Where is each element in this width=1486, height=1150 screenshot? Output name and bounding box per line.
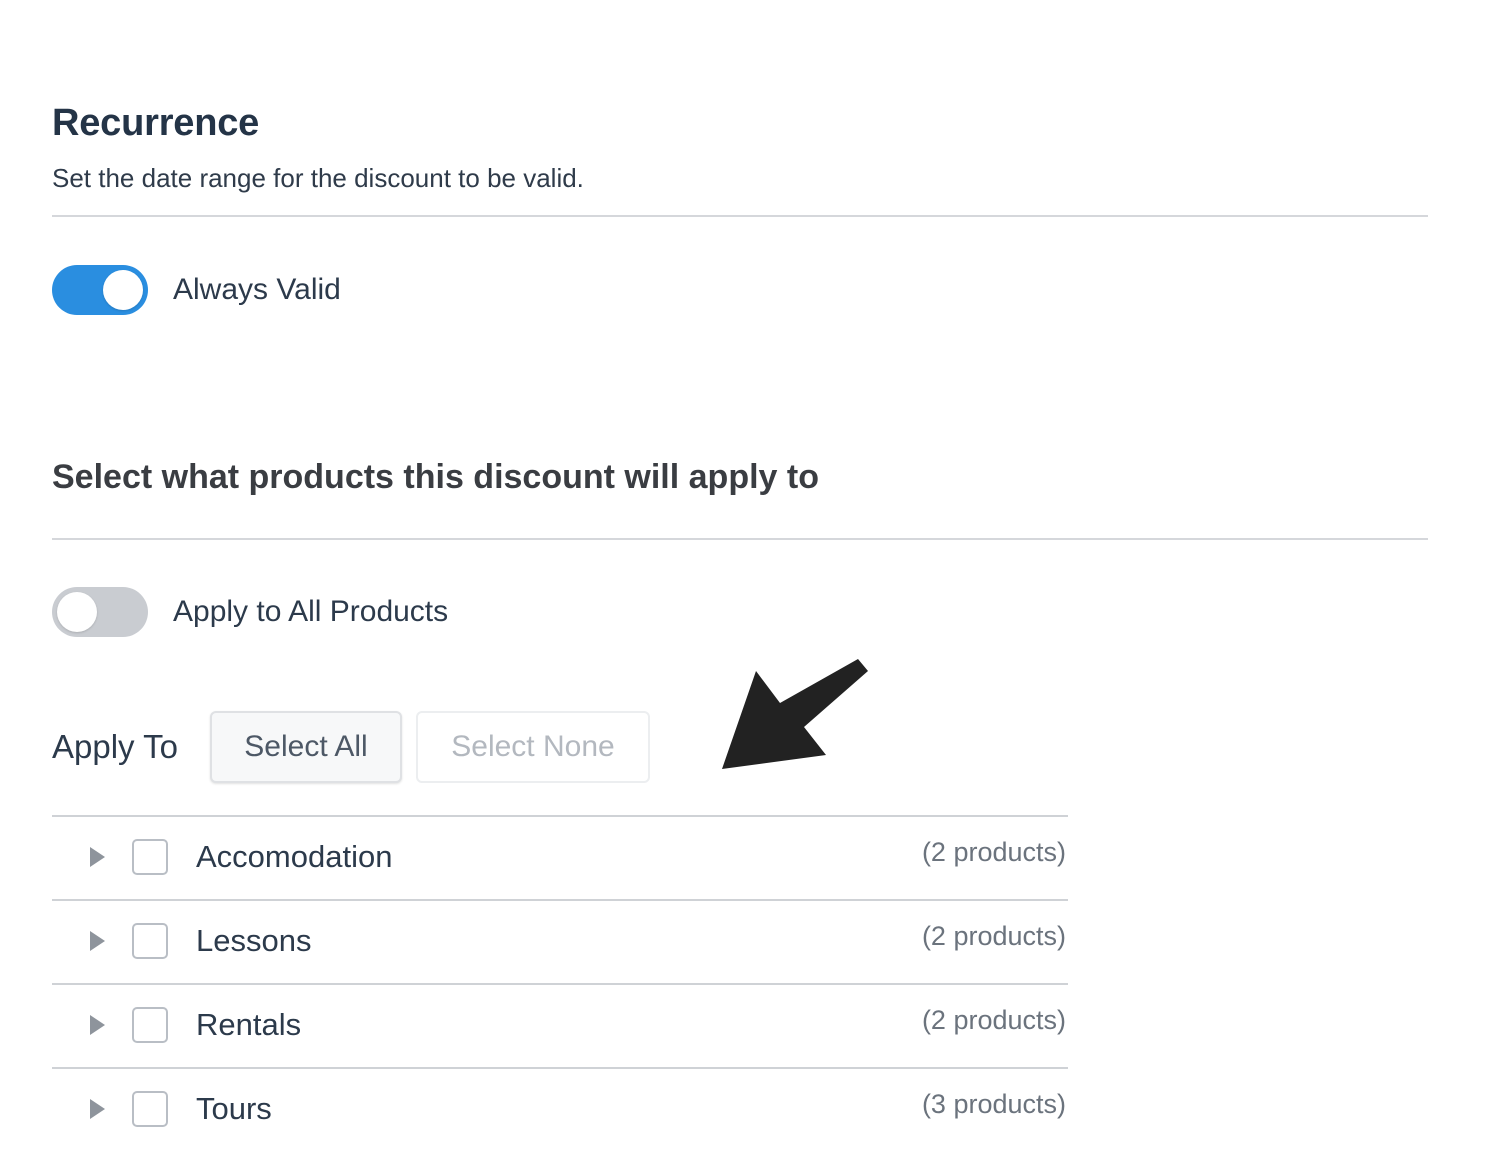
discount-settings-page: Recurrence Set the date range for the di… [0,0,1486,1150]
category-name: Rentals [196,1007,302,1042]
category-row-accomodation: Accomodation (2 products) [52,815,1068,899]
caret-right-icon[interactable] [90,1015,105,1035]
category-name: Lessons [196,923,312,958]
category-name: Accomodation [196,839,393,874]
category-checkbox[interactable] [132,923,168,959]
category-row-rentals: Rentals (2 products) [52,983,1068,1067]
product-category-list: Accomodation (2 products) Lessons (2 pro… [52,815,1068,1150]
category-product-count: (2 products) [921,837,1066,867]
caret-right-icon[interactable] [90,931,105,951]
recurrence-title: Recurrence [52,102,260,144]
category-row-tours: Tours (3 products) [52,1067,1068,1150]
category-row-lessons: Lessons (2 products) [52,899,1068,983]
apply-all-products-label: Apply to All Products [173,595,449,628]
caret-right-icon[interactable] [90,1099,105,1119]
section-divider [52,538,1428,540]
select-none-button[interactable]: Select None [415,711,650,783]
apply-all-products-row: Apply to All Products [52,587,448,637]
products-section-title: Select what products this discount will … [52,458,819,496]
arrow-annotation-icon [722,659,868,769]
select-all-button[interactable]: Select All [209,711,402,783]
apply-all-products-toggle[interactable] [52,587,148,637]
toggle-knob [103,270,143,310]
category-product-count: (2 products) [921,1005,1066,1035]
toggle-knob [57,592,97,632]
category-product-count: (3 products) [921,1089,1066,1119]
always-valid-toggle[interactable] [52,265,148,315]
apply-to-label: Apply To [52,728,178,765]
always-valid-row: Always Valid [52,265,341,315]
recurrence-subtitle: Set the date range for the discount to b… [52,163,584,193]
category-name: Tours [196,1091,272,1126]
caret-right-icon[interactable] [90,847,105,867]
always-valid-label: Always Valid [173,273,341,306]
category-checkbox[interactable] [132,839,168,875]
category-product-count: (2 products) [921,921,1066,951]
apply-to-row: Apply To Select All Select None [52,710,650,784]
category-checkbox[interactable] [132,1091,168,1127]
category-checkbox[interactable] [132,1007,168,1043]
section-divider [52,215,1428,217]
